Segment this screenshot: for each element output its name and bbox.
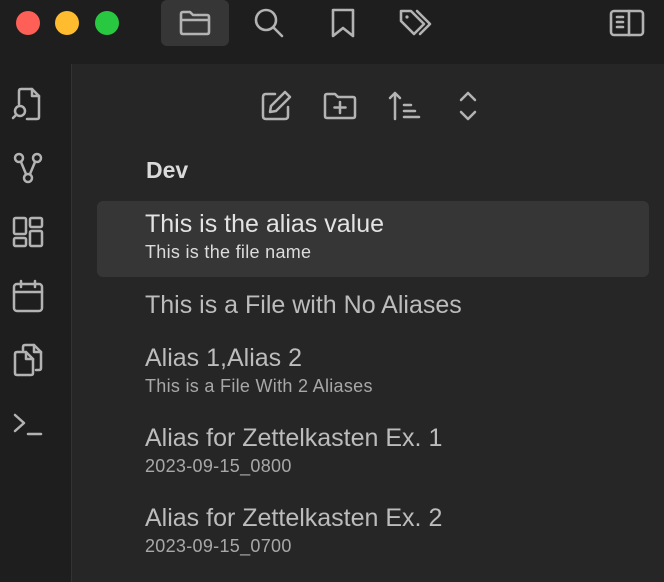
- new-folder-button[interactable]: [320, 86, 360, 126]
- new-folder-icon: [323, 92, 357, 120]
- file-title: Alias for Zettelkasten Ex. 2: [145, 504, 443, 532]
- file-item[interactable]: Alias for Zettelkasten Ex. 2 2023-09-15_…: [97, 495, 649, 567]
- graph-icon: [13, 152, 43, 184]
- dashboard-icon: [12, 216, 44, 248]
- file-subtitle: This is a File With 2 Aliases: [145, 376, 373, 396]
- search-icon: [254, 8, 284, 38]
- folder-icon: [179, 10, 211, 36]
- copy-icon: [13, 343, 43, 377]
- ribbon-graph-view[interactable]: [8, 148, 48, 188]
- ribbon-templates[interactable]: [8, 340, 48, 380]
- file-title: This is a File with No Aliases: [145, 291, 462, 319]
- new-note-icon: [261, 90, 292, 121]
- tab-tags[interactable]: [383, 0, 451, 46]
- close-window-button[interactable]: [16, 11, 40, 35]
- file-item[interactable]: Alias for Zettelkasten Ex. 1 2023-09-15_…: [97, 415, 649, 487]
- collapse-icon: [459, 91, 477, 121]
- file-subtitle: This is the file name: [145, 242, 312, 262]
- collapse-all-button[interactable]: [448, 86, 488, 126]
- file-item[interactable]: Alias 1,Alias 2 This is a File With 2 Al…: [97, 335, 649, 407]
- file-search-icon: [11, 87, 41, 121]
- left-ribbon: [0, 64, 72, 582]
- tab-search[interactable]: [235, 0, 303, 46]
- file-item[interactable]: This is a File with No Aliases: [97, 282, 649, 330]
- tags-icon: [399, 9, 432, 36]
- tab-files[interactable]: [161, 0, 229, 46]
- file-explorer-panel: Dev This is the alias value This is the …: [72, 64, 664, 582]
- ribbon-canvas[interactable]: [8, 212, 48, 252]
- file-title: Alias 1,Alias 2: [145, 344, 303, 372]
- sidebar-toggle-icon: [609, 9, 645, 37]
- file-item[interactable]: This is the alias value This is the file…: [97, 201, 649, 277]
- tab-bookmarks[interactable]: [309, 0, 377, 46]
- file-subtitle: 2023-09-15_0800: [145, 456, 292, 476]
- app-window: Dev This is the alias value This is the …: [0, 0, 664, 582]
- title-bar: [0, 0, 664, 64]
- calendar-icon: [12, 279, 44, 313]
- sidebar-toggle-button[interactable]: [593, 0, 661, 46]
- sort-icon: [388, 91, 421, 121]
- folder-title[interactable]: Dev: [146, 157, 188, 184]
- ribbon-quick-switcher[interactable]: [8, 84, 48, 124]
- terminal-icon: [13, 413, 43, 436]
- file-title: This is the alias value: [145, 210, 385, 238]
- file-title: Alias for Zettelkasten Ex. 1: [145, 424, 443, 452]
- ribbon-daily-note[interactable]: [8, 276, 48, 316]
- zoom-window-button[interactable]: [95, 11, 119, 35]
- sort-button[interactable]: [384, 86, 424, 126]
- bookmark-icon: [331, 8, 355, 38]
- file-subtitle: 2023-09-15_0700: [145, 536, 292, 556]
- minimize-window-button[interactable]: [55, 11, 79, 35]
- new-note-button[interactable]: [256, 86, 296, 126]
- ribbon-command-palette[interactable]: [8, 404, 48, 444]
